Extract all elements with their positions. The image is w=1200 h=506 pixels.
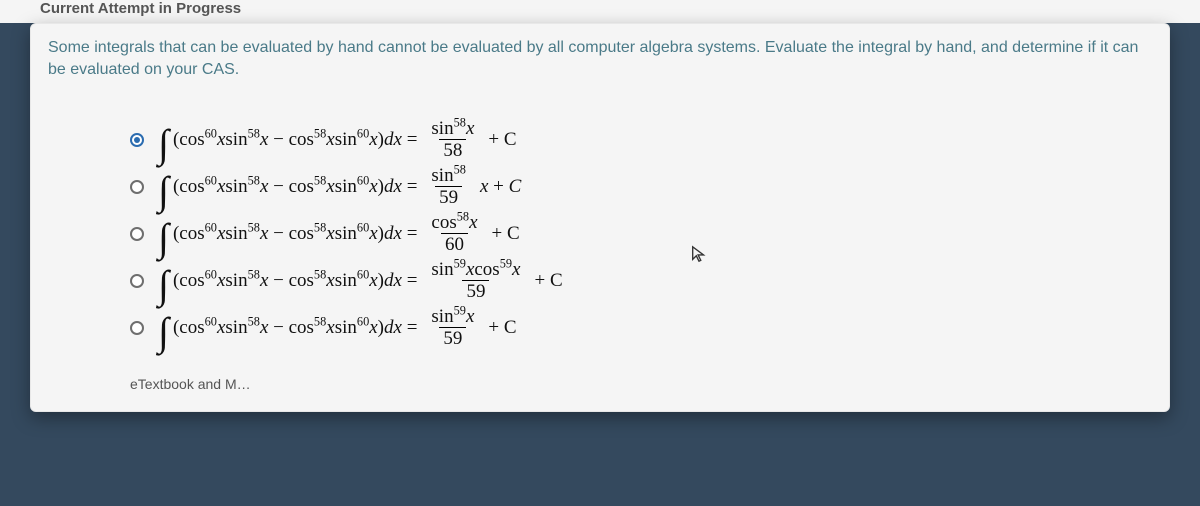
answer-equation: ∫ (cos60xsin58x − cos58xsin60x)dx = sin5… <box>158 307 517 348</box>
question-prompt-text: Some integrals that can be evaluated by … <box>48 39 1138 78</box>
radio-button[interactable] <box>130 180 144 194</box>
fraction: sin58x 58 <box>427 119 478 160</box>
attempt-header: Current Attempt in Progress <box>0 0 1200 23</box>
cursor-icon <box>690 245 708 263</box>
answer-list: ∫ (cos60xsin58x − cos58xsin60x)dx = sin5… <box>30 99 1170 412</box>
question-card: Some integrals that can be evaluated by … <box>30 23 1170 412</box>
integrand: (cos60xsin58x − cos58xsin60x)dx = <box>173 129 417 151</box>
integral-icon: ∫ <box>158 275 169 295</box>
answer-option[interactable]: ∫ (cos60xsin58x − cos58xsin60x)dx = sin5… <box>130 166 1090 207</box>
answer-equation: ∫ (cos60xsin58x − cos58xsin60x)dx = sin5… <box>158 166 521 207</box>
fraction: sin59xcos59x 59 <box>427 260 524 301</box>
tail: + C <box>488 317 516 339</box>
answer-equation: ∫ (cos60xsin58x − cos58xsin60x)dx = sin5… <box>158 119 517 160</box>
integrand: (cos60xsin58x − cos58xsin60x)dx = <box>173 223 417 245</box>
answer-option[interactable]: ∫ (cos60xsin58x − cos58xsin60x)dx = sin5… <box>130 119 1090 160</box>
numerator: sin59x <box>427 307 478 327</box>
denominator: 58 <box>439 139 466 160</box>
denominator: 60 <box>441 233 468 254</box>
integrand: (cos60xsin58x − cos58xsin60x)dx = <box>173 176 417 198</box>
attempt-header-text: Current Attempt in Progress <box>40 0 241 17</box>
denominator: 59 <box>435 186 462 207</box>
numerator: sin59xcos59x <box>427 260 524 280</box>
fraction: sin59x 59 <box>427 307 478 348</box>
integral-icon: ∫ <box>158 181 169 201</box>
etextbook-label: eTextbook and M… <box>130 376 251 392</box>
tail: + C <box>534 270 562 292</box>
radio-button[interactable] <box>130 133 144 147</box>
radio-button[interactable] <box>130 321 144 335</box>
etextbook-link[interactable]: eTextbook and M… <box>130 376 1090 392</box>
numerator: sin58 <box>427 166 470 186</box>
integrand: (cos60xsin58x − cos58xsin60x)dx = <box>173 270 417 292</box>
answer-option[interactable]: ∫ (cos60xsin58x − cos58xsin60x)dx = cos5… <box>130 213 1090 254</box>
integral-icon: ∫ <box>158 228 169 248</box>
tail: x + C <box>480 176 521 198</box>
denominator: 59 <box>462 280 489 301</box>
answer-equation: ∫ (cos60xsin58x − cos58xsin60x)dx = sin5… <box>158 260 563 301</box>
fraction: cos58x 60 <box>427 213 481 254</box>
radio-button[interactable] <box>130 274 144 288</box>
integrand: (cos60xsin58x − cos58xsin60x)dx = <box>173 317 417 339</box>
numerator: sin58x <box>427 119 478 139</box>
integral-icon: ∫ <box>158 322 169 342</box>
denominator: 59 <box>439 327 466 348</box>
integral-icon: ∫ <box>158 134 169 154</box>
tail: + C <box>492 223 520 245</box>
answer-option[interactable]: ∫ (cos60xsin58x − cos58xsin60x)dx = sin5… <box>130 307 1090 348</box>
radio-button[interactable] <box>130 227 144 241</box>
question-prompt: Some integrals that can be evaluated by … <box>30 23 1170 99</box>
answer-option[interactable]: ∫ (cos60xsin58x − cos58xsin60x)dx = sin5… <box>130 260 1090 301</box>
fraction: sin58 59 <box>427 166 470 207</box>
tail: + C <box>488 129 516 151</box>
answer-equation: ∫ (cos60xsin58x − cos58xsin60x)dx = cos5… <box>158 213 520 254</box>
numerator: cos58x <box>427 213 481 233</box>
